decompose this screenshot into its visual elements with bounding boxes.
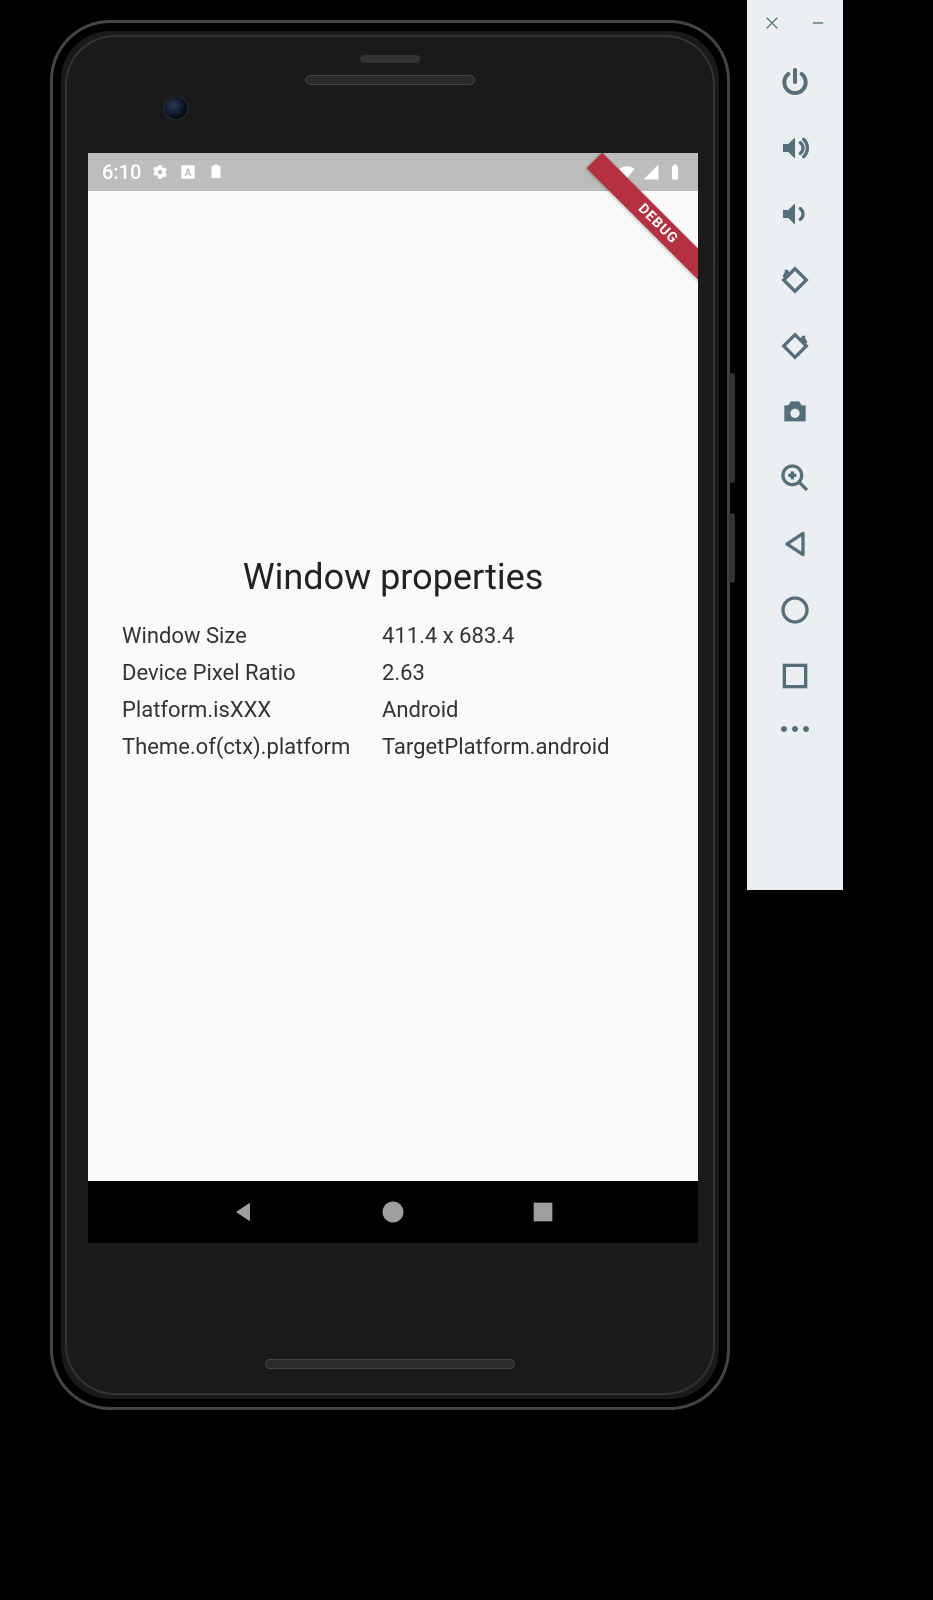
table-row: Window Size 411.4 x 683.4 (118, 618, 668, 655)
svg-text:A: A (185, 166, 193, 179)
content-center: Window properties Window Size 411.4 x 68… (88, 556, 698, 766)
emu-home-icon[interactable] (779, 594, 811, 626)
earpiece (305, 75, 475, 85)
settings-icon (151, 163, 169, 181)
dot (781, 726, 787, 732)
prop-label: Window Size (118, 618, 378, 655)
prop-value: TargetPlatform.android (378, 729, 668, 766)
dot (792, 726, 798, 732)
power-button-physical (729, 513, 735, 583)
speaker-notch (360, 55, 420, 63)
prop-value: 411.4 x 683.4 (378, 618, 668, 655)
camera-icon[interactable] (779, 396, 811, 428)
prop-value: 2.63 (378, 655, 668, 692)
volume-down-icon[interactable] (779, 198, 811, 230)
volume-up-icon[interactable] (779, 132, 811, 164)
app-body: DEBUG Window properties Window Size 411.… (88, 191, 698, 1181)
properties-table: Window Size 411.4 x 683.4 Device Pixel R… (118, 618, 668, 766)
nav-back-button[interactable] (229, 1198, 257, 1226)
prop-label: Platform.isXXX (118, 692, 378, 729)
emu-recents-icon[interactable] (779, 660, 811, 692)
prop-label: Device Pixel Ratio (118, 655, 378, 692)
table-row: Theme.of(ctx).platform TargetPlatform.an… (118, 729, 668, 766)
minimize-icon[interactable] (809, 14, 827, 32)
nav-home-button[interactable] (379, 1198, 407, 1226)
text-a-icon: A (179, 163, 197, 181)
battery-icon (666, 163, 684, 181)
close-icon[interactable] (763, 14, 781, 32)
table-row: Platform.isXXX Android (118, 692, 668, 729)
volume-rocker (729, 373, 735, 483)
power-icon[interactable] (779, 66, 811, 98)
more-icon[interactable] (781, 726, 809, 732)
emu-back-icon[interactable] (779, 528, 811, 560)
emulator-toolbar (747, 0, 843, 890)
clipboard-icon (207, 163, 225, 181)
prop-label: Theme.of(ctx).platform (118, 729, 378, 766)
page-title: Window properties (243, 556, 544, 598)
table-row: Device Pixel Ratio 2.63 (118, 655, 668, 692)
status-time: 6:10 (102, 160, 141, 184)
status-left: 6:10 A (102, 160, 225, 184)
screen: 6:10 A DEBUG Window properties Window Si… (88, 153, 698, 1243)
zoom-icon[interactable] (779, 462, 811, 494)
bottom-speaker (265, 1359, 515, 1369)
front-camera (163, 95, 189, 121)
nav-recents-button[interactable] (529, 1198, 557, 1226)
emu-window-controls (747, 14, 843, 32)
nav-bar (88, 1181, 698, 1243)
dot (803, 726, 809, 732)
signal-icon (642, 163, 660, 181)
prop-value: Android (378, 692, 668, 729)
rotate-right-icon[interactable] (779, 330, 811, 362)
rotate-left-icon[interactable] (779, 264, 811, 296)
phone-frame: 6:10 A DEBUG Window properties Window Si… (50, 20, 730, 1410)
